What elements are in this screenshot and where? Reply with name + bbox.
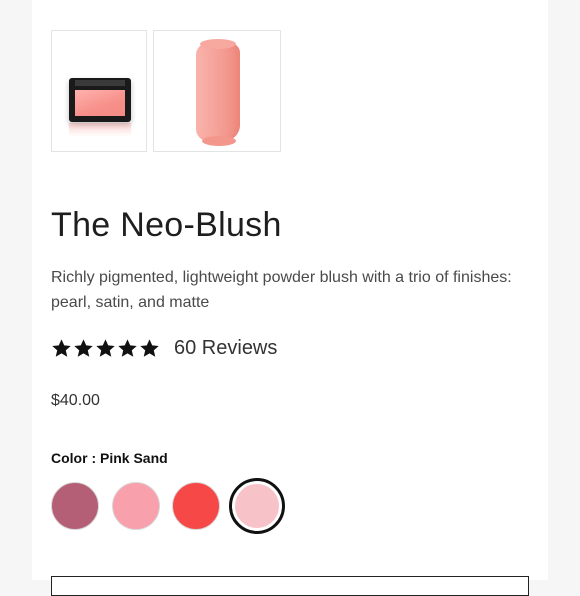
star-icon bbox=[140, 338, 159, 357]
add-to-bag-button[interactable] bbox=[51, 576, 529, 596]
star-icon bbox=[52, 338, 71, 357]
product-price: $40.00 bbox=[51, 392, 100, 409]
star-icon bbox=[96, 338, 115, 357]
compact-pan bbox=[75, 90, 125, 116]
blush-texture-swatch-image bbox=[196, 39, 240, 146]
selected-color-label: Color : Pink Sand bbox=[51, 450, 168, 466]
thumbnail-swatch[interactable] bbox=[153, 30, 281, 152]
rating-row[interactable]: 60 Reviews bbox=[51, 333, 277, 363]
color-swatch-4-selected[interactable] bbox=[229, 478, 285, 534]
blush-compact-image bbox=[69, 78, 131, 122]
color-swatch-3[interactable] bbox=[172, 482, 220, 530]
star-icon bbox=[74, 338, 93, 357]
product-title: The Neo-Blush bbox=[51, 206, 282, 244]
compact-reflection bbox=[69, 123, 131, 137]
compact-lid bbox=[75, 80, 125, 86]
product-description: Richly pigmented, lightweight powder blu… bbox=[51, 269, 512, 311]
color-swatch-1[interactable] bbox=[51, 482, 99, 530]
color-swatch-2[interactable] bbox=[112, 482, 160, 530]
star-rating bbox=[51, 338, 161, 359]
swatch-fill bbox=[235, 484, 279, 528]
product-page: The Neo-Blush Richly pigmented, lightwei… bbox=[32, 0, 548, 596]
thumbnail-compact[interactable] bbox=[51, 30, 147, 152]
reviews-link[interactable]: 60 Reviews bbox=[174, 337, 277, 360]
star-icon bbox=[118, 338, 137, 357]
